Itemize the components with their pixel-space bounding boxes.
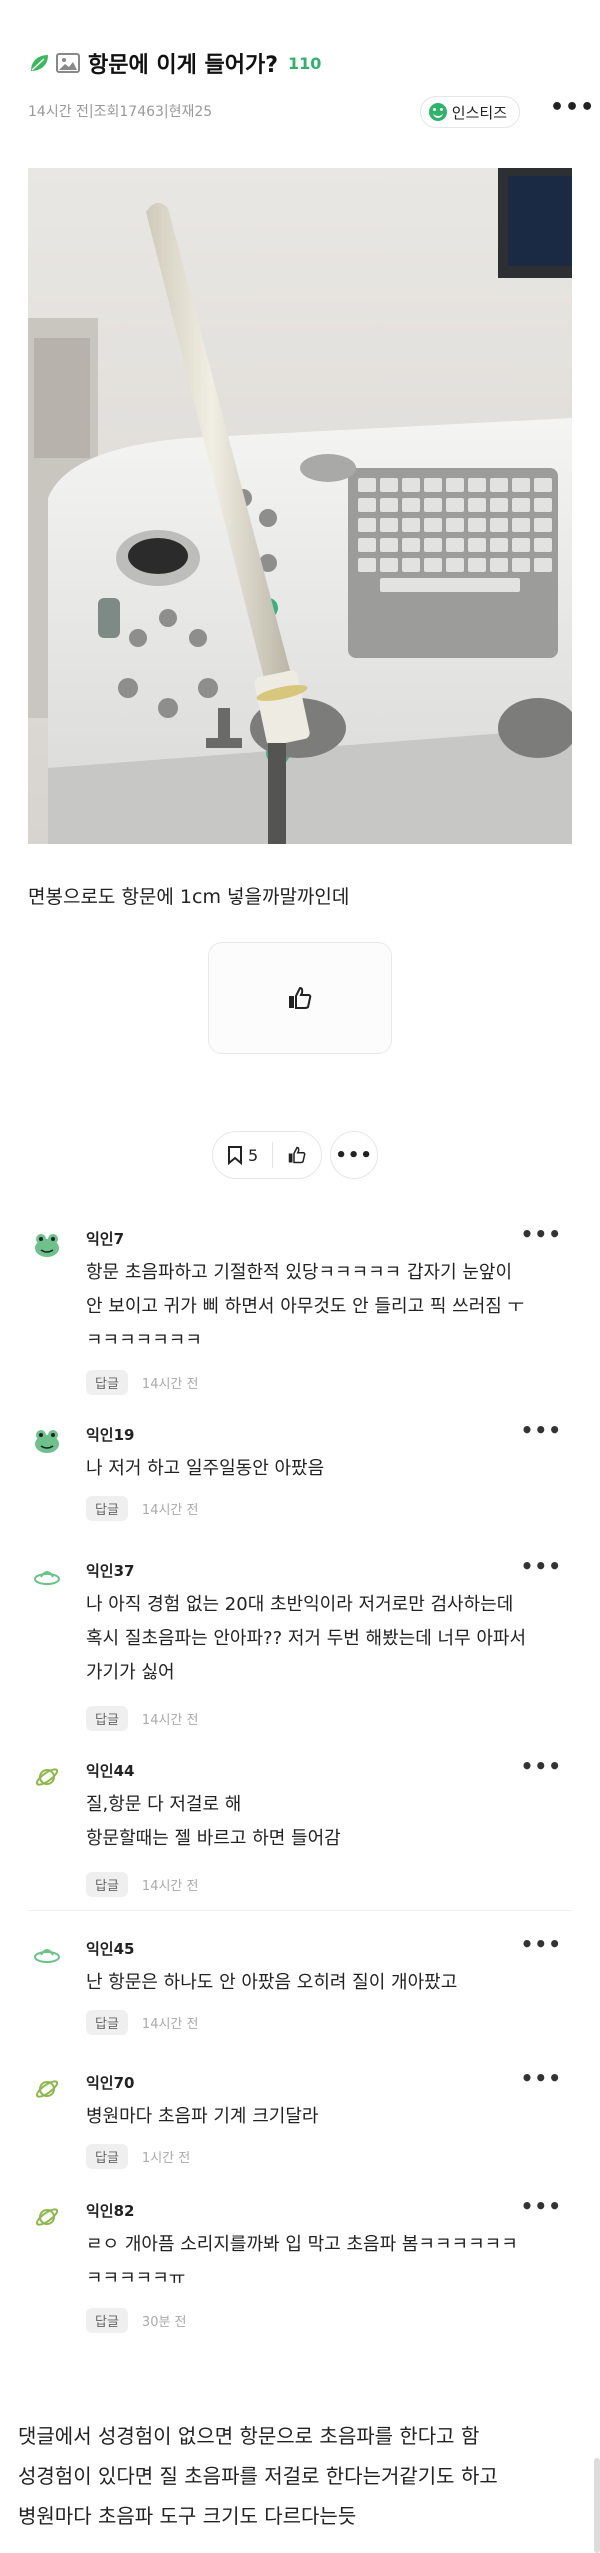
comment-text: 항문 초음파하고 기절한적 있당ㅋㅋㅋㅋㅋ 갑자기 눈앞이 안 보이고 귀가 삐…	[86, 1262, 525, 1351]
image-icon	[56, 53, 80, 73]
bookmark-icon	[228, 1146, 242, 1165]
board-chip[interactable]: 인스티즈	[419, 96, 520, 128]
comment-text: 난 항문은 하나도 안 아팠음 오히려 질이 개아팠고	[86, 1972, 458, 1993]
post-title-row: 항문에 이게 들어가? 110	[28, 46, 580, 80]
reply-button[interactable]: 답글	[86, 1706, 128, 1731]
ufo-avatar-icon	[34, 1949, 60, 1963]
comment-more-button[interactable]: •••	[521, 1754, 562, 1778]
comment-text: ㄹㅇ 개아픔 소리지를까봐 입 막고 초음파 봄ㅋㅋㅋㅋㅋㅋ ㅋㅋㅋㅋㅋㅠ	[86, 2234, 518, 2289]
reply-button[interactable]: 답글	[86, 2010, 128, 2035]
comment-author: 익인44	[86, 1762, 135, 1780]
scrollbar-thumb[interactable]	[594, 2458, 600, 2553]
comment-author: 익인70	[86, 2074, 135, 2092]
comment-author: 익인45	[86, 1940, 135, 1958]
leaf-icon	[31, 55, 48, 71]
comment-time: 14시간 전	[141, 1503, 199, 1518]
post-body: 면봉으로도 항문에 1cm 넣을까말까인데	[28, 886, 350, 908]
summary-note: 댓글에서 성경험이 없으면 항문으로 초음파를 한다고 함 성경험이 있다면 질…	[18, 2424, 498, 2528]
comment-text: 질,항문 다 저걸로 해 항문할때는 젤 바르고 하면 들어감	[86, 1794, 341, 1849]
comment-time: 1시간 전	[141, 2151, 191, 2166]
comment-footer: 답글 30분 전	[86, 2308, 187, 2333]
post-current-viewers: 현재25	[168, 104, 213, 120]
post-views: 조회17463	[93, 104, 164, 120]
planet-avatar-icon	[35, 2208, 59, 2226]
share-more-button[interactable]: •••	[330, 1131, 379, 1179]
comment-author: 익인82	[86, 2202, 135, 2220]
reply-button[interactable]: 답글	[86, 2144, 128, 2169]
planet-avatar-icon	[35, 2080, 59, 2098]
comment-author: 익인19	[86, 1426, 135, 1444]
post-action-row: 5 •••	[212, 1130, 379, 1180]
board-chip-label: 인스티즈	[451, 103, 507, 122]
post-time: 14시간 전	[28, 104, 89, 120]
comment-time: 14시간 전	[141, 1377, 199, 1392]
post-more-button[interactable]: •••	[550, 97, 594, 124]
comment-text: 병원마다 초음파 기계 크기달라	[86, 2106, 319, 2127]
bookmark-count: 5	[248, 1145, 259, 1165]
post-photo	[28, 168, 572, 844]
comment-text: 나 저거 하고 일주일동안 아팠음	[86, 1458, 325, 1479]
ufo-avatar-icon	[34, 1571, 60, 1585]
comment-author: 익인37	[86, 1562, 135, 1580]
reply-button[interactable]: 답글	[86, 2308, 128, 2333]
ultrasound-machine-image	[28, 168, 572, 844]
smiley-icon	[428, 103, 447, 121]
comment-footer: 답글 14시간 전	[86, 1872, 198, 1897]
comment-time: 14시간 전	[141, 1879, 199, 1894]
reply-button[interactable]: 답글	[86, 1370, 128, 1395]
comment-more-button[interactable]: •••	[521, 1222, 562, 1246]
like-small-button[interactable]	[273, 1132, 321, 1178]
comment-footer: 답글 14시간 전	[86, 1706, 198, 1731]
comment-time: 30분 전	[141, 2315, 187, 2330]
comment-footer: 답글 14시간 전	[86, 1370, 198, 1395]
comment-count[interactable]: 110	[288, 54, 321, 73]
comment-footer: 답글 14시간 전	[86, 1496, 198, 1521]
reply-button[interactable]: 답글	[86, 1872, 128, 1897]
bookmark-like-pill: 5	[212, 1131, 323, 1179]
frog-avatar-icon	[35, 1430, 59, 1453]
post-meta-row: 14시간 전 | 조회17463 | 현재25 인스티즈 •••	[28, 96, 594, 128]
comment-text: 나 아직 경험 없는 20대 초반익이라 저거로만 검사하는데 혹시 질초음파는…	[86, 1594, 527, 1683]
reply-button[interactable]: 답글	[86, 1496, 128, 1521]
comment-footer: 답글 1시간 전	[86, 2144, 190, 2169]
comment-more-button[interactable]: •••	[521, 1554, 562, 1578]
thumbs-up-icon	[288, 1146, 306, 1164]
comment-footer: 답글 14시간 전	[86, 2010, 198, 2035]
comment-divider	[28, 1910, 572, 1911]
comment-time: 14시간 전	[141, 2017, 199, 2032]
frog-avatar-icon	[35, 1234, 59, 1257]
comment-more-button[interactable]: •••	[521, 2194, 562, 2218]
bookmark-button[interactable]: 5	[213, 1132, 272, 1178]
planet-avatar-icon	[35, 1768, 59, 1786]
comment-time: 14시간 전	[141, 1713, 199, 1728]
comment-more-button[interactable]: •••	[521, 2066, 562, 2090]
thumbs-up-icon	[289, 986, 312, 1009]
comment-more-button[interactable]: •••	[521, 1418, 562, 1442]
comment-more-button[interactable]: •••	[521, 1932, 562, 1956]
post-title: 항문에 이게 들어가?	[88, 53, 279, 78]
comment-author: 익인7	[86, 1230, 125, 1248]
like-button[interactable]	[208, 942, 392, 1054]
